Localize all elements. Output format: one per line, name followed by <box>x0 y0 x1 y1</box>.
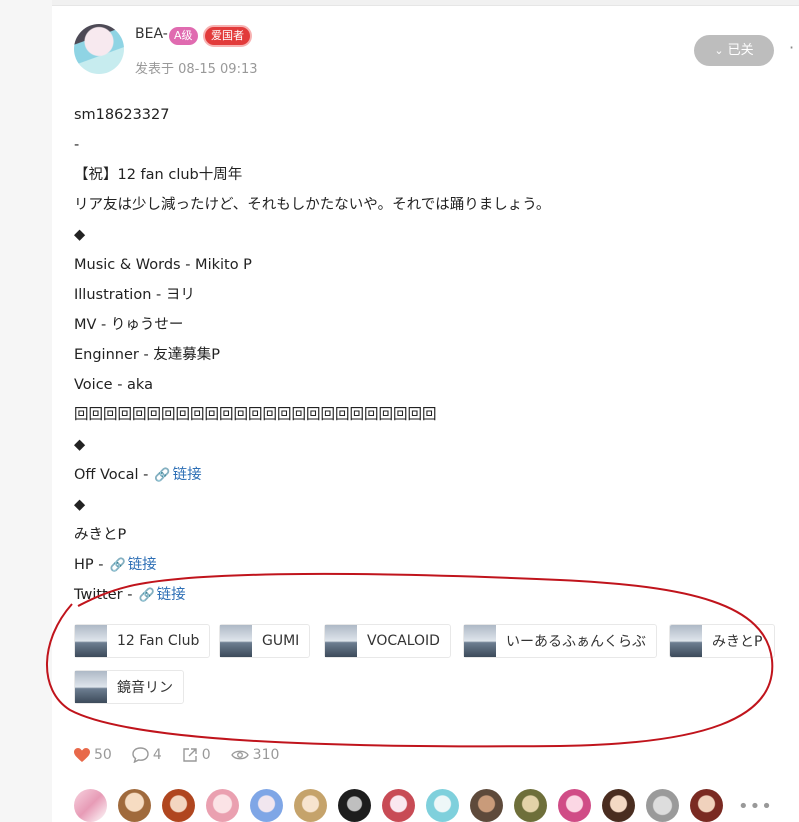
link-icon: 🔗 <box>138 588 155 603</box>
comment-icon <box>132 747 149 763</box>
content-line: Illustration - ヨリ <box>74 287 195 303</box>
more-icon[interactable]: · <box>789 38 794 57</box>
level-badge: A级 <box>169 27 198 45</box>
link-icon: 🔗 <box>154 468 171 483</box>
liker-avatar[interactable] <box>426 789 459 822</box>
share-stat[interactable]: 0 <box>182 747 211 763</box>
content-line: みきとP <box>74 527 127 543</box>
twitter-label: Twitter - <box>74 587 133 603</box>
offvocal-label: Off Vocal - <box>74 467 149 483</box>
heart-icon <box>74 747 90 762</box>
more-likers-icon[interactable]: ••• <box>738 796 773 817</box>
love-badge: 爱国者 <box>203 25 252 47</box>
view-count: 310 <box>252 747 280 763</box>
tag-chip[interactable]: GUMI <box>219 624 311 658</box>
post-stats: 50 4 0 310 <box>74 744 299 766</box>
content-line: MV - りゅうせー <box>74 317 184 333</box>
tag-chip[interactable]: いーあるふぁんくらぶ <box>463 624 657 658</box>
content-line: ◆ <box>74 437 86 453</box>
content-line: Voice - aka <box>74 377 153 393</box>
link-label: 链接 <box>156 587 186 603</box>
comment-count: 4 <box>152 747 162 763</box>
offvocal-link[interactable]: 🔗 链接 <box>154 467 201 483</box>
tag-thumbnail <box>325 625 357 657</box>
liker-avatar[interactable] <box>162 789 195 822</box>
content-line: Enginner - 友達募集P <box>74 347 221 363</box>
liker-avatar[interactable] <box>294 789 327 822</box>
liker-avatar[interactable] <box>602 789 635 822</box>
follow-label: 已关 <box>727 43 754 58</box>
hp-link[interactable]: 🔗 链接 <box>110 557 157 573</box>
tag-label: みきとP <box>712 634 763 650</box>
content-line: 【祝】12 fan club十周年 <box>74 167 243 183</box>
author-avatar[interactable] <box>74 24 124 74</box>
tag-chip[interactable]: VOCALOID <box>324 624 451 658</box>
post-content: sm18623327 - 【祝】12 fan club十周年 リア友は少し減った… <box>74 100 774 610</box>
twitter-link[interactable]: 🔗 链接 <box>138 587 185 603</box>
liker-avatar[interactable] <box>690 789 723 822</box>
follow-button[interactable]: ⌄ 已关 <box>694 35 774 66</box>
liker-avatar[interactable] <box>558 789 591 822</box>
like-count: 50 <box>94 747 112 763</box>
link-label: 链接 <box>172 467 202 483</box>
tag-label: 12 Fan Club <box>117 633 200 649</box>
content-line-offvocal: Off Vocal - 🔗 链接 <box>74 460 774 490</box>
tag-thumbnail <box>464 625 496 657</box>
share-icon <box>183 748 197 762</box>
content-line-twitter: Twitter - 🔗 链接 <box>74 580 774 610</box>
liker-avatar[interactable] <box>206 789 239 822</box>
tag-thumbnail <box>670 625 702 657</box>
liker-avatar[interactable] <box>470 789 503 822</box>
tag-thumbnail <box>220 625 252 657</box>
liker-avatar[interactable] <box>382 789 415 822</box>
share-count: 0 <box>201 747 211 763</box>
like-stat[interactable]: 50 <box>74 747 112 763</box>
content-line: ◆ <box>74 497 86 513</box>
tag-label: GUMI <box>262 633 300 649</box>
tag-thumbnail <box>75 625 107 657</box>
view-stat: 310 <box>230 747 280 763</box>
link-icon: 🔗 <box>109 558 126 573</box>
tag-chip[interactable]: 鏡音リン <box>74 670 184 704</box>
content-line: 回回回回回回回回回回回回回回回回回回回回回回回回回 <box>74 407 437 423</box>
content-line: Music & Words - Mikito P <box>74 257 252 273</box>
liker-avatar[interactable] <box>338 789 371 822</box>
liker-avatar[interactable] <box>514 789 547 822</box>
link-label: 链接 <box>127 557 157 573</box>
tag-chip[interactable]: みきとP <box>669 624 775 658</box>
liker-avatar[interactable] <box>646 789 679 822</box>
content-line: sm18623327 <box>74 107 170 123</box>
tag-label: 鏡音リン <box>117 680 173 696</box>
liker-avatars <box>74 789 734 822</box>
comment-stat[interactable]: 4 <box>132 747 162 763</box>
eye-icon <box>230 750 249 760</box>
hp-label: HP - <box>74 557 104 573</box>
liker-avatar[interactable] <box>250 789 283 822</box>
liker-avatar[interactable] <box>118 789 151 822</box>
content-line: リア友は少し減ったけど、それもしかたないや。それでは踊りましょう。 <box>74 197 551 213</box>
tag-label: いーあるふぁんくらぶ <box>506 634 646 650</box>
tag-label: VOCALOID <box>367 633 440 649</box>
content-line-hp: HP - 🔗 链接 <box>74 550 774 580</box>
content-line: ◆ <box>74 227 86 243</box>
chevron-down-icon: ⌄ <box>714 44 724 57</box>
post-date: 发表于 08-15 09:13 <box>135 62 258 77</box>
tag-chip[interactable]: 12 Fan Club <box>74 624 211 658</box>
author-name[interactable]: BEA- <box>135 26 168 42</box>
page-gutter <box>0 0 52 822</box>
liker-avatar[interactable] <box>74 789 107 822</box>
content-line: - <box>74 137 80 153</box>
tag-thumbnail <box>75 671 107 703</box>
